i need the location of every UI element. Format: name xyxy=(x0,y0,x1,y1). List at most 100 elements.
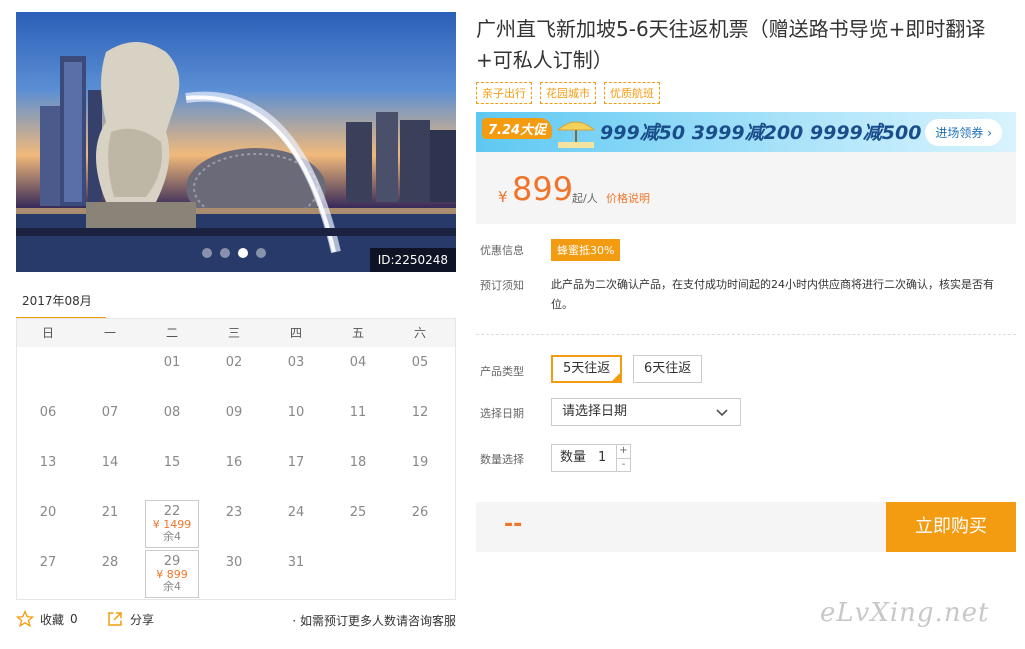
calendar-day: 25 xyxy=(327,499,389,549)
calendar-day xyxy=(79,349,141,399)
day-number: 24 xyxy=(287,505,305,520)
notice-label: 预订须知 xyxy=(480,279,524,292)
calendar-day: 23 xyxy=(203,499,265,549)
action-bar: 收藏 0 分享 · 如需预订更多人数请咨询客服 xyxy=(16,610,456,632)
stepper-buttons: + - xyxy=(616,445,630,471)
day-number: 21 xyxy=(101,505,119,520)
currency-symbol: ¥ xyxy=(498,188,508,206)
chevron-down-icon xyxy=(716,409,728,417)
promo-text: 999减50 3999减200 9999减500 xyxy=(600,122,922,144)
share-button[interactable]: 分享 xyxy=(106,610,154,628)
date-select-value: 请选择日期 xyxy=(562,404,628,419)
weekday-header: 四 xyxy=(289,326,302,340)
type-option-5day[interactable]: 5天往返 xyxy=(551,355,623,383)
day-number: 03 xyxy=(287,355,305,370)
day-number: 22 xyxy=(163,504,181,519)
day-number: 16 xyxy=(225,455,243,470)
calendar-day-available[interactable]: 22 ¥ 1499 余4 xyxy=(145,500,199,548)
day-number: 27 xyxy=(39,555,57,570)
share-icon xyxy=(108,612,122,626)
day-number: 06 xyxy=(39,405,57,420)
calendar-day: 31 xyxy=(265,549,327,599)
carousel-dot[interactable] xyxy=(202,248,212,258)
carousel-dots xyxy=(202,248,266,258)
type-option-6day[interactable]: 6天往返 xyxy=(633,355,703,383)
day-number: 14 xyxy=(101,455,119,470)
day-number: 01 xyxy=(163,355,181,370)
calendar-day: 27 xyxy=(17,549,79,599)
product-tag[interactable]: 花园城市 xyxy=(540,82,596,104)
weekday-header: 日 xyxy=(41,326,54,340)
day-number: 02 xyxy=(225,355,243,370)
day-number: 13 xyxy=(39,455,57,470)
promo-banner[interactable]: 7.24大促 999减50 3999减200 9999减500 进场领券 › xyxy=(476,112,1016,152)
carousel-dot[interactable] xyxy=(220,248,230,258)
day-number: 30 xyxy=(225,555,243,570)
price-box: ¥ 899 起/人 价格说明 xyxy=(476,152,1016,224)
quantity-value[interactable]: 1 xyxy=(598,445,606,471)
calendar-day: 04 xyxy=(327,349,389,399)
date-select[interactable]: 请选择日期 xyxy=(551,398,741,426)
get-coupon-button[interactable]: 进场领券 › xyxy=(925,119,1002,146)
watermark-logo: eLvXing.net xyxy=(820,598,990,628)
calendar-day: 05 xyxy=(389,349,451,399)
day-remaining: 余4 xyxy=(163,580,181,593)
day-number: 08 xyxy=(163,405,181,420)
calendar-day: 24 xyxy=(265,499,327,549)
day-remaining: 余4 xyxy=(163,530,181,543)
calendar-weekdays: 日一二三四五六 xyxy=(17,319,455,347)
calendar-day: 13 xyxy=(17,449,79,499)
weekday-header: 三 xyxy=(227,326,240,340)
calendar-day: 20 xyxy=(17,499,79,549)
calendar-day: 09 xyxy=(203,399,265,449)
calendar: 日 一 二 三 四 五 六 01 02 03 04 05 06 07 08 09 10 11 12 13 14 15 16… xyxy=(16,318,456,600)
calendar-day: 26 xyxy=(389,499,451,549)
calendar-day: 30 xyxy=(203,549,265,599)
day-number: 23 xyxy=(225,505,243,520)
calendar-day xyxy=(17,349,79,399)
star-icon xyxy=(16,610,34,628)
calendar-day-available[interactable]: 29 ¥ 899 余4 xyxy=(145,550,199,598)
day-number: 19 xyxy=(411,455,429,470)
calendar-day: 19 xyxy=(389,449,451,499)
weekday-header: 一 xyxy=(103,326,116,340)
calendar-day: 02 xyxy=(203,349,265,399)
total-price: -- xyxy=(504,512,523,537)
day-number: 29 xyxy=(163,554,181,569)
hero-image[interactable]: ID:2250248 xyxy=(16,12,456,272)
date-label: 选择日期 xyxy=(480,407,524,420)
product-tag[interactable]: 亲子出行 xyxy=(476,82,532,104)
day-number: 09 xyxy=(225,405,243,420)
beach-umbrella-icon xyxy=(556,121,596,148)
share-label: 分享 xyxy=(130,612,155,627)
day-number: 20 xyxy=(39,505,57,520)
buy-now-button[interactable]: 立即购买 xyxy=(886,502,1016,552)
day-number: 18 xyxy=(349,455,367,470)
day-number: 26 xyxy=(411,505,429,520)
calendar-days: 01 02 03 04 05 06 07 08 09 10 11 12 13 14 15 16 17 18 19 20… xyxy=(17,347,455,599)
decrement-button[interactable]: - xyxy=(617,458,630,471)
day-number: 12 xyxy=(411,405,429,420)
day-number: 11 xyxy=(349,405,367,420)
discount-label: 优惠信息 xyxy=(480,244,524,257)
product-tag[interactable]: 优质航班 xyxy=(604,82,660,104)
notice-text: 此产品为二次确认产品，在支付成功时间起的24小时内供应商将进行二次确认，核实是否… xyxy=(551,278,994,311)
discount-badge: 蜂蜜抵30% xyxy=(551,239,621,261)
calendar-day: 01 xyxy=(141,349,203,399)
favorite-button[interactable]: 收藏 0 xyxy=(16,610,78,628)
calendar-month-tab[interactable]: 2017年08月 xyxy=(16,292,106,320)
quantity-stepper: 数量 1 + - xyxy=(551,444,631,472)
calendar-day: 10 xyxy=(265,399,327,449)
promo-badge: 7.24大促 xyxy=(482,118,553,139)
calendar-day: 17 xyxy=(265,449,327,499)
carousel-dot-active[interactable] xyxy=(238,248,248,258)
day-number: 05 xyxy=(411,355,429,370)
product-title: 广州直飞新加坡5-6天往返机票（赠送路书导览+即时翻译+可私人订制） xyxy=(476,17,986,72)
day-number: 17 xyxy=(287,455,305,470)
calendar-day: 18 xyxy=(327,449,389,499)
day-number: 15 xyxy=(163,455,181,470)
calendar-day: 06 xyxy=(17,399,79,449)
carousel-dot[interactable] xyxy=(256,248,266,258)
increment-button[interactable]: + xyxy=(617,445,630,458)
price-explanation-link[interactable]: 价格说明 xyxy=(606,190,650,206)
